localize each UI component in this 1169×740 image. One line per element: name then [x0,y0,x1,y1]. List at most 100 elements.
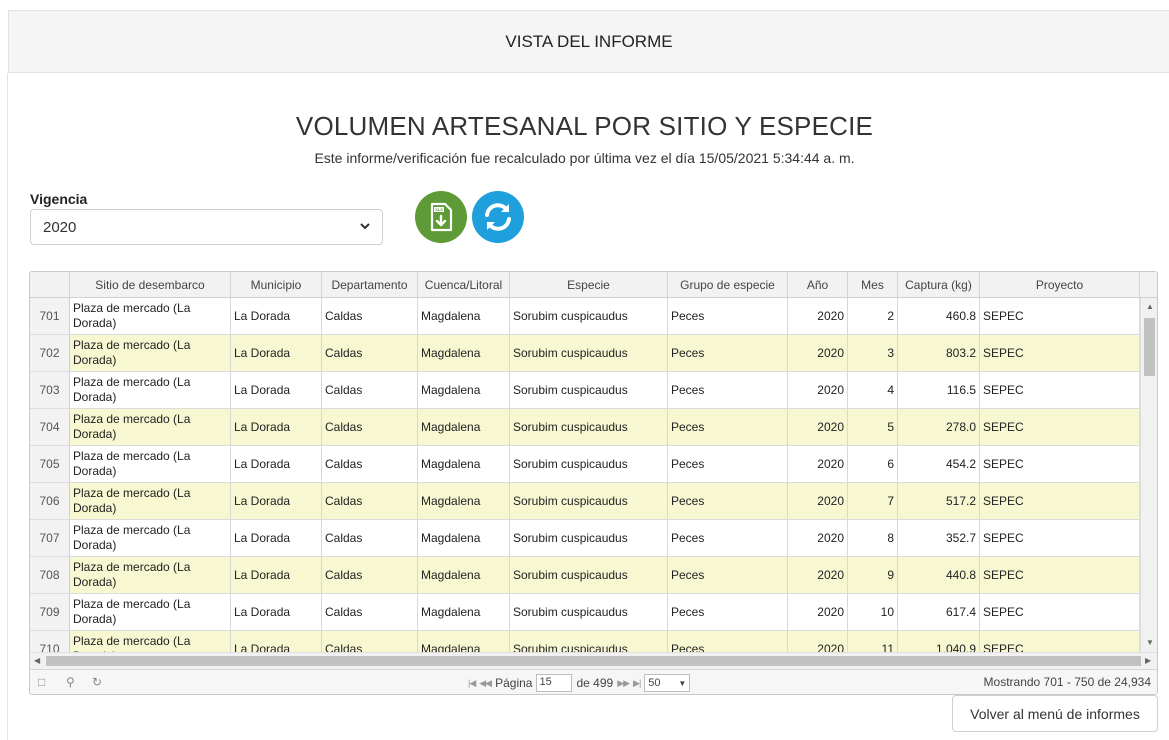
cell-cuenca: Magdalena [418,520,510,556]
cell-captura: 278.0 [898,409,980,445]
column-header-mes[interactable]: Mes [848,272,898,298]
vigencia-select[interactable]: 2020 [30,209,383,245]
cell-grupo: Peces [668,594,788,630]
column-header-proyecto[interactable]: Proyecto [980,272,1140,298]
cell-cuenca: Magdalena [418,446,510,482]
cell-captura: 617.4 [898,594,980,630]
last-page-icon[interactable]: ▶| [633,678,641,689]
cell-especie: Sorubim cuspicaudus [510,372,668,408]
search-icon[interactable]: ⚲ [66,675,75,689]
table-row[interactable]: 704 Plaza de mercado (La Dorada) La Dora… [30,409,1140,446]
table-row[interactable]: 709 Plaza de mercado (La Dorada) La Dora… [30,594,1140,631]
page-label: Página [495,676,533,690]
cell-mes: 3 [848,335,898,371]
reload-icon[interactable]: ↻ [92,675,102,689]
vigencia-label: Vigencia [30,191,88,207]
prev-page-icon[interactable]: ◀◀ [479,678,492,689]
table-row[interactable]: 705 Plaza de mercado (La Dorada) La Dora… [30,446,1140,483]
cell-anio: 2020 [788,483,848,519]
page-header-title: VISTA DEL INFORME [505,31,673,51]
cell-departamento: Caldas [322,298,418,334]
grid-pager: □ ⚲ ↻ |◀ ◀◀ Página 15 de 499 ▶▶ ▶| 50 ▼ … [30,669,1157,694]
scroll-up-icon[interactable]: ▲ [1146,302,1154,312]
scroll-left-icon[interactable]: ◀ [34,656,40,666]
cell-grupo: Peces [668,298,788,334]
cell-especie: Sorubim cuspicaudus [510,446,668,482]
report-grid: Sitio de desembarco Municipio Departamen… [29,271,1158,695]
cell-captura: 803.2 [898,335,980,371]
cell-captura: 352.7 [898,520,980,556]
page-size-value: 50 [648,677,661,689]
cell-departamento: Caldas [322,409,418,445]
row-number: 703 [30,372,70,408]
xls-badge-text: XLS [435,207,443,212]
cell-proyecto: SEPEC [980,298,1140,334]
export-xls-button[interactable]: XLS [415,191,467,243]
cell-anio: 2020 [788,372,848,408]
record-summary: Mostrando 701 - 750 de 24,934 [983,675,1151,689]
cell-departamento: Caldas [322,335,418,371]
page-number-input[interactable]: 15 [536,674,573,692]
vertical-scroll-thumb[interactable] [1144,318,1155,376]
cell-proyecto: SEPEC [980,335,1140,371]
back-to-reports-button[interactable]: Volver al menú de informes [952,695,1158,732]
cell-grupo: Peces [668,446,788,482]
cell-grupo: Peces [668,520,788,556]
first-page-icon[interactable]: |◀ [468,678,476,689]
page-size-select[interactable]: 50 ▼ [644,674,691,692]
cell-departamento: Caldas [322,372,418,408]
cell-proyecto: SEPEC [980,483,1140,519]
chevron-down-icon: ▼ [678,678,687,688]
cell-proyecto: SEPEC [980,594,1140,630]
cell-proyecto: SEPEC [980,557,1140,593]
scroll-right-icon[interactable]: ▶ [1145,656,1151,666]
table-row[interactable]: 707 Plaza de mercado (La Dorada) La Dora… [30,520,1140,557]
cell-especie: Sorubim cuspicaudus [510,520,668,556]
refresh-button[interactable] [472,191,524,243]
cell-grupo: Peces [668,335,788,371]
report-subtitle: Este informe/verificación fue recalculad… [314,150,855,166]
cell-mes: 9 [848,557,898,593]
horizontal-scroll-thumb[interactable] [46,656,1141,666]
table-row[interactable]: 708 Plaza de mercado (La Dorada) La Dora… [30,557,1140,594]
cell-proyecto: SEPEC [980,446,1140,482]
column-header-captura[interactable]: Captura (kg) [898,272,980,298]
column-header-departamento[interactable]: Departamento [322,272,418,298]
cell-grupo: Peces [668,557,788,593]
grid-body: 701 Plaza de mercado (La Dorada) La Dora… [30,298,1140,652]
cell-proyecto: SEPEC [980,520,1140,556]
vertical-scrollbar[interactable]: ▲ ▼ [1140,298,1157,652]
cell-anio: 2020 [788,298,848,334]
cell-cuenca: Magdalena [418,594,510,630]
scroll-down-icon[interactable]: ▼ [1146,638,1154,648]
cell-especie: Sorubim cuspicaudus [510,409,668,445]
column-header-sitio[interactable]: Sitio de desembarco [70,272,231,298]
cell-grupo: Peces [668,409,788,445]
column-header-anio[interactable]: Año [788,272,848,298]
cell-municipio: La Dorada [231,372,322,408]
column-header-grupo[interactable]: Grupo de especie [668,272,788,298]
cell-mes: 6 [848,446,898,482]
cell-cuenca: Magdalena [418,335,510,371]
cell-departamento: Caldas [322,446,418,482]
next-page-icon[interactable]: ▶▶ [617,678,630,689]
column-header-cuenca[interactable]: Cuenca/Litoral [418,272,510,298]
row-number: 709 [30,594,70,630]
table-row[interactable]: 701 Plaza de mercado (La Dorada) La Dora… [30,298,1140,335]
column-header-municipio[interactable]: Municipio [231,272,322,298]
cell-sitio: Plaza de mercado (La Dorada) [70,520,231,556]
table-row[interactable]: 706 Plaza de mercado (La Dorada) La Dora… [30,483,1140,520]
table-row[interactable]: 702 Plaza de mercado (La Dorada) La Dora… [30,335,1140,372]
horizontal-scrollbar[interactable]: ◀ ▶ [30,652,1157,669]
cell-especie: Sorubim cuspicaudus [510,631,668,652]
table-row[interactable]: 703 Plaza de mercado (La Dorada) La Dora… [30,372,1140,409]
cell-especie: Sorubim cuspicaudus [510,483,668,519]
cell-captura: 460.8 [898,298,980,334]
table-row[interactable]: 710 Plaza de mercado (La Dorada) La Dora… [30,631,1140,652]
new-document-icon[interactable]: □ [38,675,45,689]
cell-anio: 2020 [788,594,848,630]
cell-mes: 8 [848,520,898,556]
column-header-especie[interactable]: Especie [510,272,668,298]
cell-captura: 1,040.9 [898,631,980,652]
xls-download-icon: XLS [430,202,453,232]
